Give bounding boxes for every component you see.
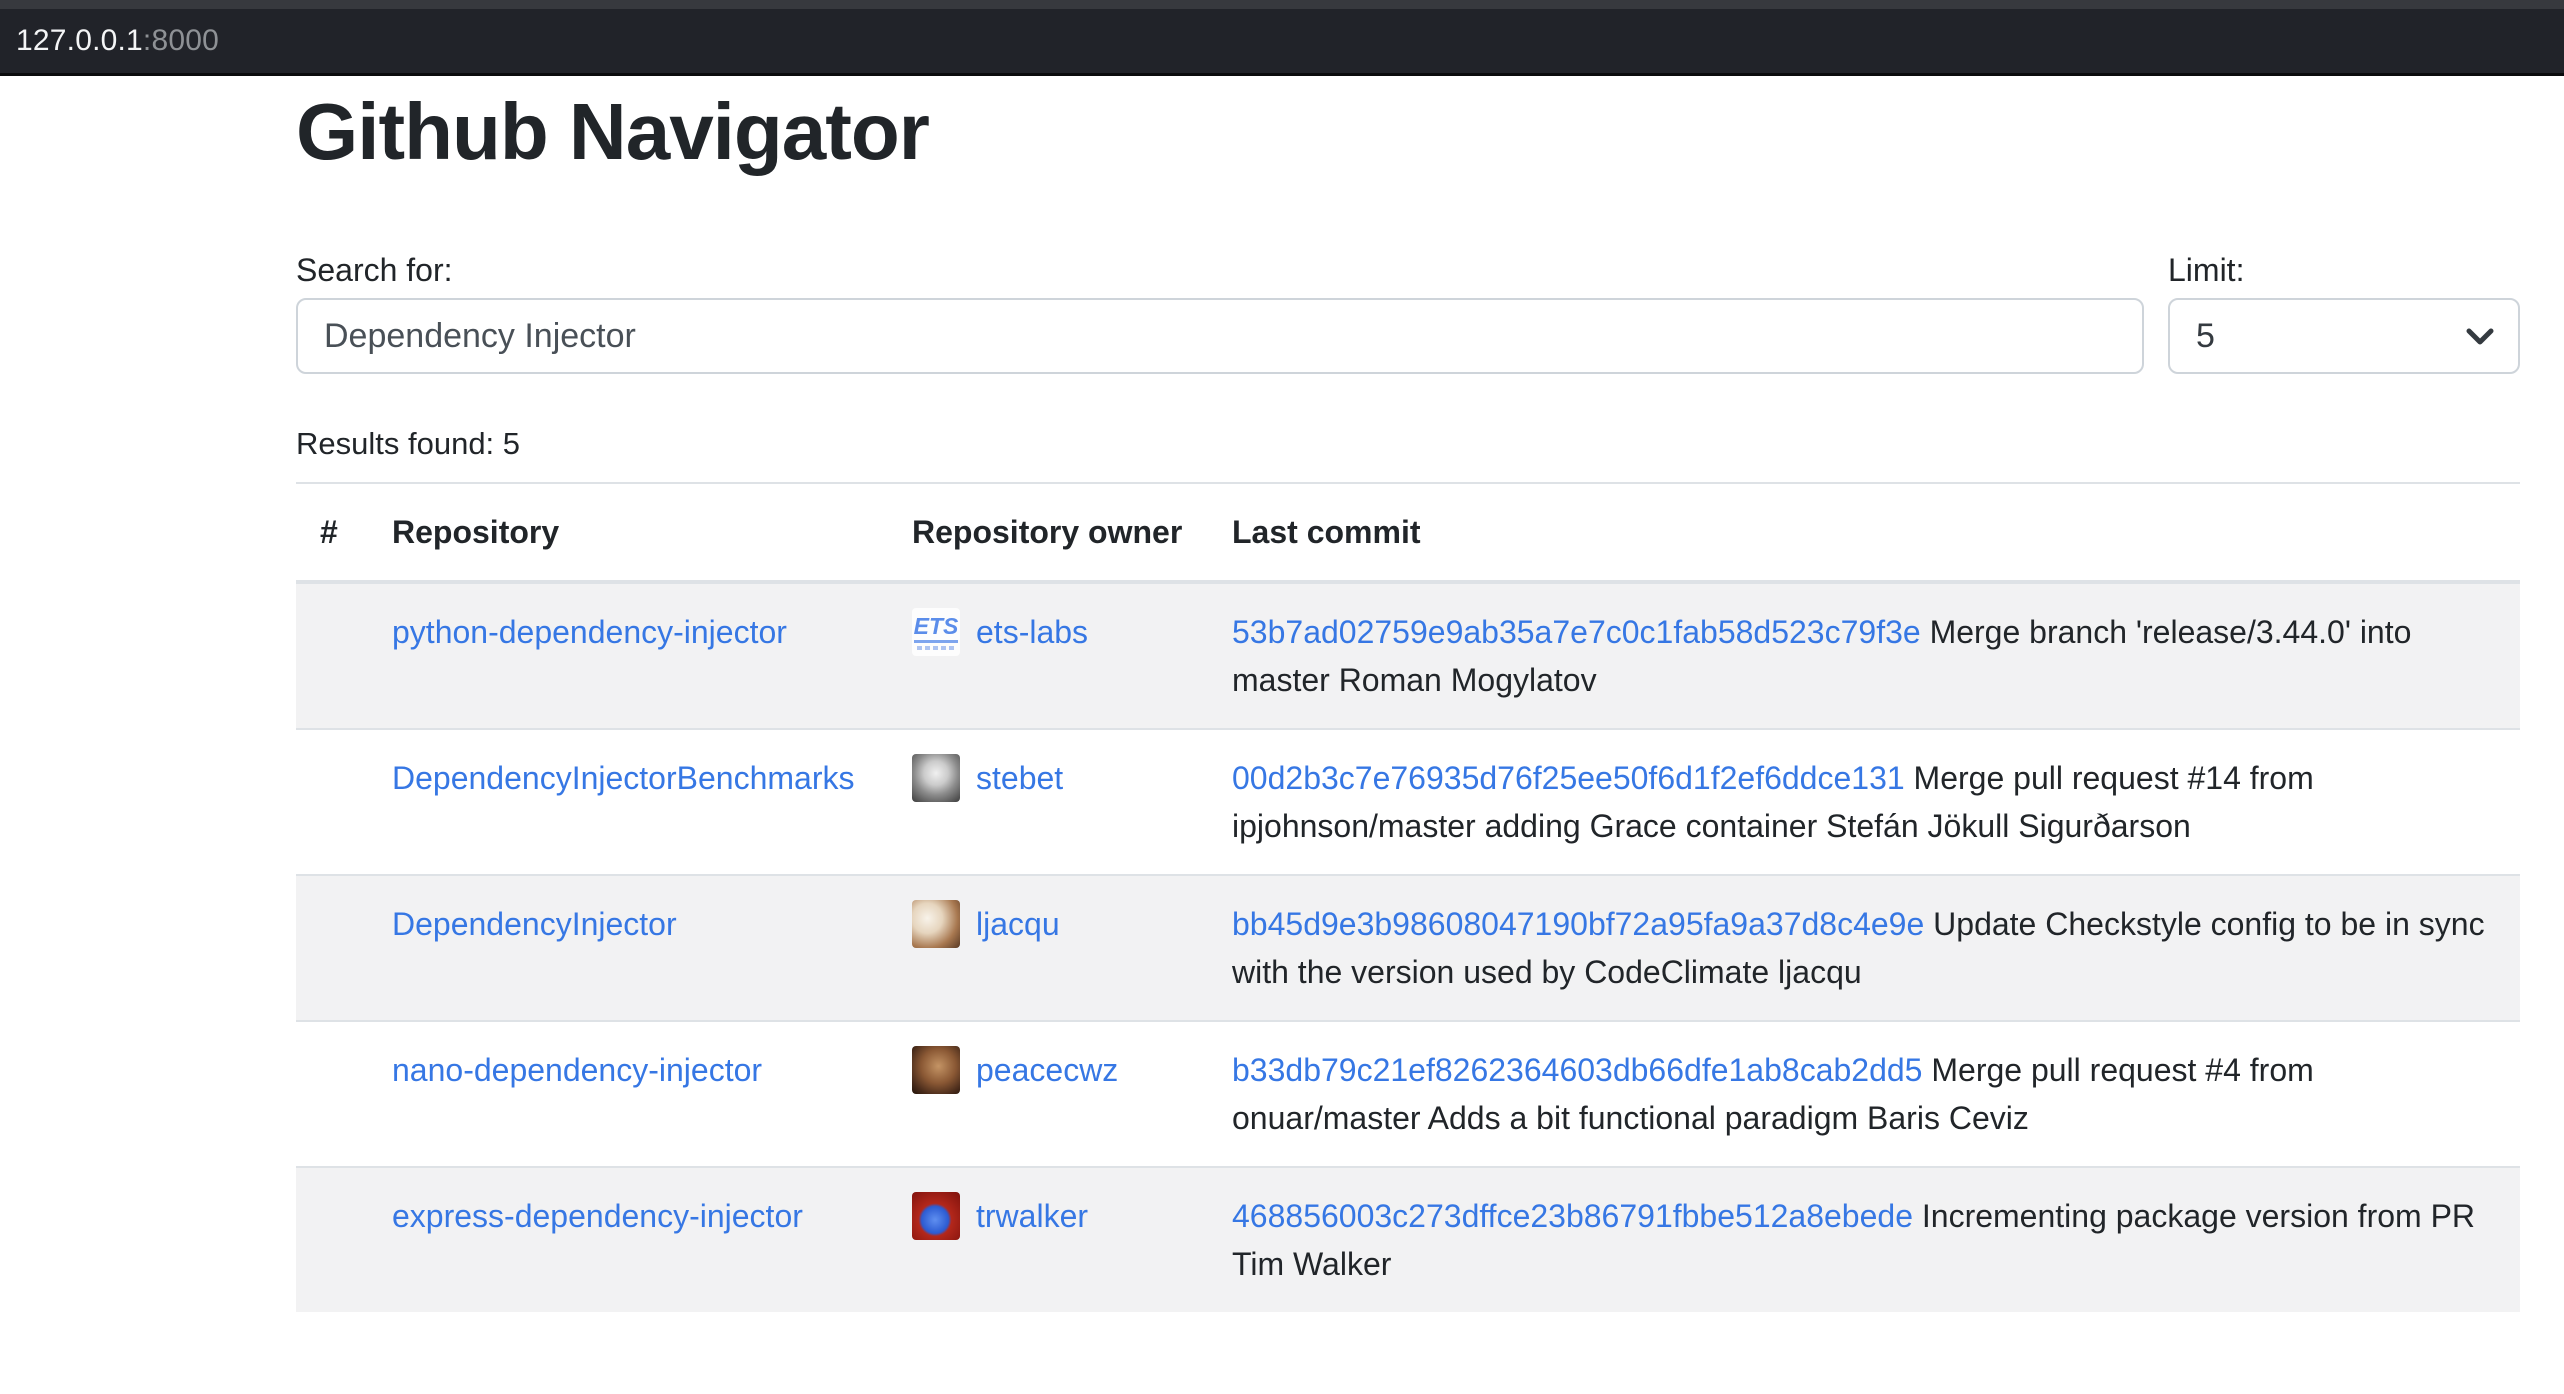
owner-link[interactable]: ets-labs	[976, 608, 1088, 656]
row-index-cell	[296, 1167, 368, 1312]
header-repository: Repository	[368, 483, 888, 582]
results-table: # Repository Repository owner Last commi…	[296, 482, 2520, 1312]
limit-select[interactable]: 5	[2168, 298, 2520, 374]
url-text: 127.0.0.1:8000	[16, 9, 219, 73]
owner-cell: peacecwz	[888, 1021, 1208, 1167]
table-row: nano-dependency-injector peacecwz b33db7…	[296, 1021, 2520, 1167]
last-commit-cell: 53b7ad02759e9ab35a7e7c0c1fab58d523c79f3e…	[1208, 582, 2520, 729]
commit-hash-link[interactable]: b33db79c21ef8262364603db66dfe1ab8cab2dd5	[1232, 1052, 1922, 1088]
limit-select-wrap: 5	[2168, 298, 2520, 374]
table-body: python-dependency-injector ETS ets-labs …	[296, 582, 2520, 1312]
repository-cell: DependencyInjector	[368, 875, 888, 1021]
search-label: Search for:	[296, 246, 2144, 294]
commit-hash-link[interactable]: bb45d9e3b98608047190bf72a95fa9a37d8c4e9e	[1232, 906, 1924, 942]
repository-link[interactable]: python-dependency-injector	[392, 614, 787, 650]
browser-address-bar[interactable]: 127.0.0.1:8000	[0, 0, 2564, 76]
search-controls: Search for: Limit: 5	[296, 246, 2520, 374]
repository-link[interactable]: nano-dependency-injector	[392, 1052, 762, 1088]
browser-tab-strip	[0, 0, 2564, 9]
table-row: DependencyInjector ljacqu bb45d9e3b98608…	[296, 875, 2520, 1021]
table-row: DependencyInjectorBenchmarks stebet 00d2…	[296, 729, 2520, 875]
header-index: #	[296, 483, 368, 582]
owner-cell: trwalker	[888, 1167, 1208, 1312]
last-commit-cell: 468856003c273dffce23b86791fbbe512a8ebede…	[1208, 1167, 2520, 1312]
commit-hash-link[interactable]: 00d2b3c7e76935d76f25ee50f6d1f2ef6ddce131	[1232, 760, 1905, 796]
avatar-ljacqu	[912, 900, 960, 948]
owner-wrap: peacecwz	[912, 1046, 1184, 1094]
owner-wrap: stebet	[912, 754, 1184, 802]
owner-link[interactable]: stebet	[976, 754, 1063, 802]
last-commit-cell: bb45d9e3b98608047190bf72a95fa9a37d8c4e9e…	[1208, 875, 2520, 1021]
avatar-trwalker	[912, 1192, 960, 1240]
avatar-ets-labs: ETS	[912, 608, 960, 656]
row-index-cell	[296, 582, 368, 729]
ets-logo-text: ETS	[914, 615, 959, 643]
repository-link[interactable]: express-dependency-injector	[392, 1198, 803, 1234]
table-row: python-dependency-injector ETS ets-labs …	[296, 582, 2520, 729]
owner-cell: ljacqu	[888, 875, 1208, 1021]
page-body: Github Navigator Search for: Limit: 5 Re…	[0, 76, 2564, 1312]
owner-cell: stebet	[888, 729, 1208, 875]
url-port: :8000	[143, 24, 219, 58]
row-index-cell	[296, 1021, 368, 1167]
search-input[interactable]	[296, 298, 2144, 374]
owner-link[interactable]: trwalker	[976, 1192, 1088, 1240]
page-title: Github Navigator	[296, 88, 2520, 176]
avatar-stebet	[912, 754, 960, 802]
search-column: Search for:	[296, 246, 2144, 374]
row-index-cell	[296, 729, 368, 875]
commit-hash-link[interactable]: 468856003c273dffce23b86791fbbe512a8ebede	[1232, 1198, 1913, 1234]
results-count: Results found: 5	[296, 420, 2520, 468]
table-header-row: # Repository Repository owner Last commi…	[296, 483, 2520, 582]
content-container: Github Navigator Search for: Limit: 5 Re…	[296, 88, 2520, 1312]
limit-column: Limit: 5	[2168, 246, 2520, 374]
ets-logo-subtext	[917, 646, 955, 650]
limit-label: Limit:	[2168, 246, 2520, 294]
repository-cell: python-dependency-injector	[368, 582, 888, 729]
header-repository-owner: Repository owner	[888, 483, 1208, 582]
avatar-peacecwz	[912, 1046, 960, 1094]
owner-link[interactable]: peacecwz	[976, 1046, 1118, 1094]
repository-cell: DependencyInjectorBenchmarks	[368, 729, 888, 875]
row-index-cell	[296, 875, 368, 1021]
table-head: # Repository Repository owner Last commi…	[296, 483, 2520, 582]
url-host: 127.0.0.1	[16, 24, 143, 58]
last-commit-cell: b33db79c21ef8262364603db66dfe1ab8cab2dd5…	[1208, 1021, 2520, 1167]
repository-cell: nano-dependency-injector	[368, 1021, 888, 1167]
commit-hash-link[interactable]: 53b7ad02759e9ab35a7e7c0c1fab58d523c79f3e	[1232, 614, 1921, 650]
owner-wrap: ljacqu	[912, 900, 1184, 948]
header-last-commit: Last commit	[1208, 483, 2520, 582]
repository-link[interactable]: DependencyInjectorBenchmarks	[392, 760, 854, 796]
table-row: express-dependency-injector trwalker 468…	[296, 1167, 2520, 1312]
owner-wrap: trwalker	[912, 1192, 1184, 1240]
owner-cell: ETS ets-labs	[888, 582, 1208, 729]
owner-wrap: ETS ets-labs	[912, 608, 1184, 656]
repository-link[interactable]: DependencyInjector	[392, 906, 677, 942]
owner-link[interactable]: ljacqu	[976, 900, 1060, 948]
last-commit-cell: 00d2b3c7e76935d76f25ee50f6d1f2ef6ddce131…	[1208, 729, 2520, 875]
repository-cell: express-dependency-injector	[368, 1167, 888, 1312]
